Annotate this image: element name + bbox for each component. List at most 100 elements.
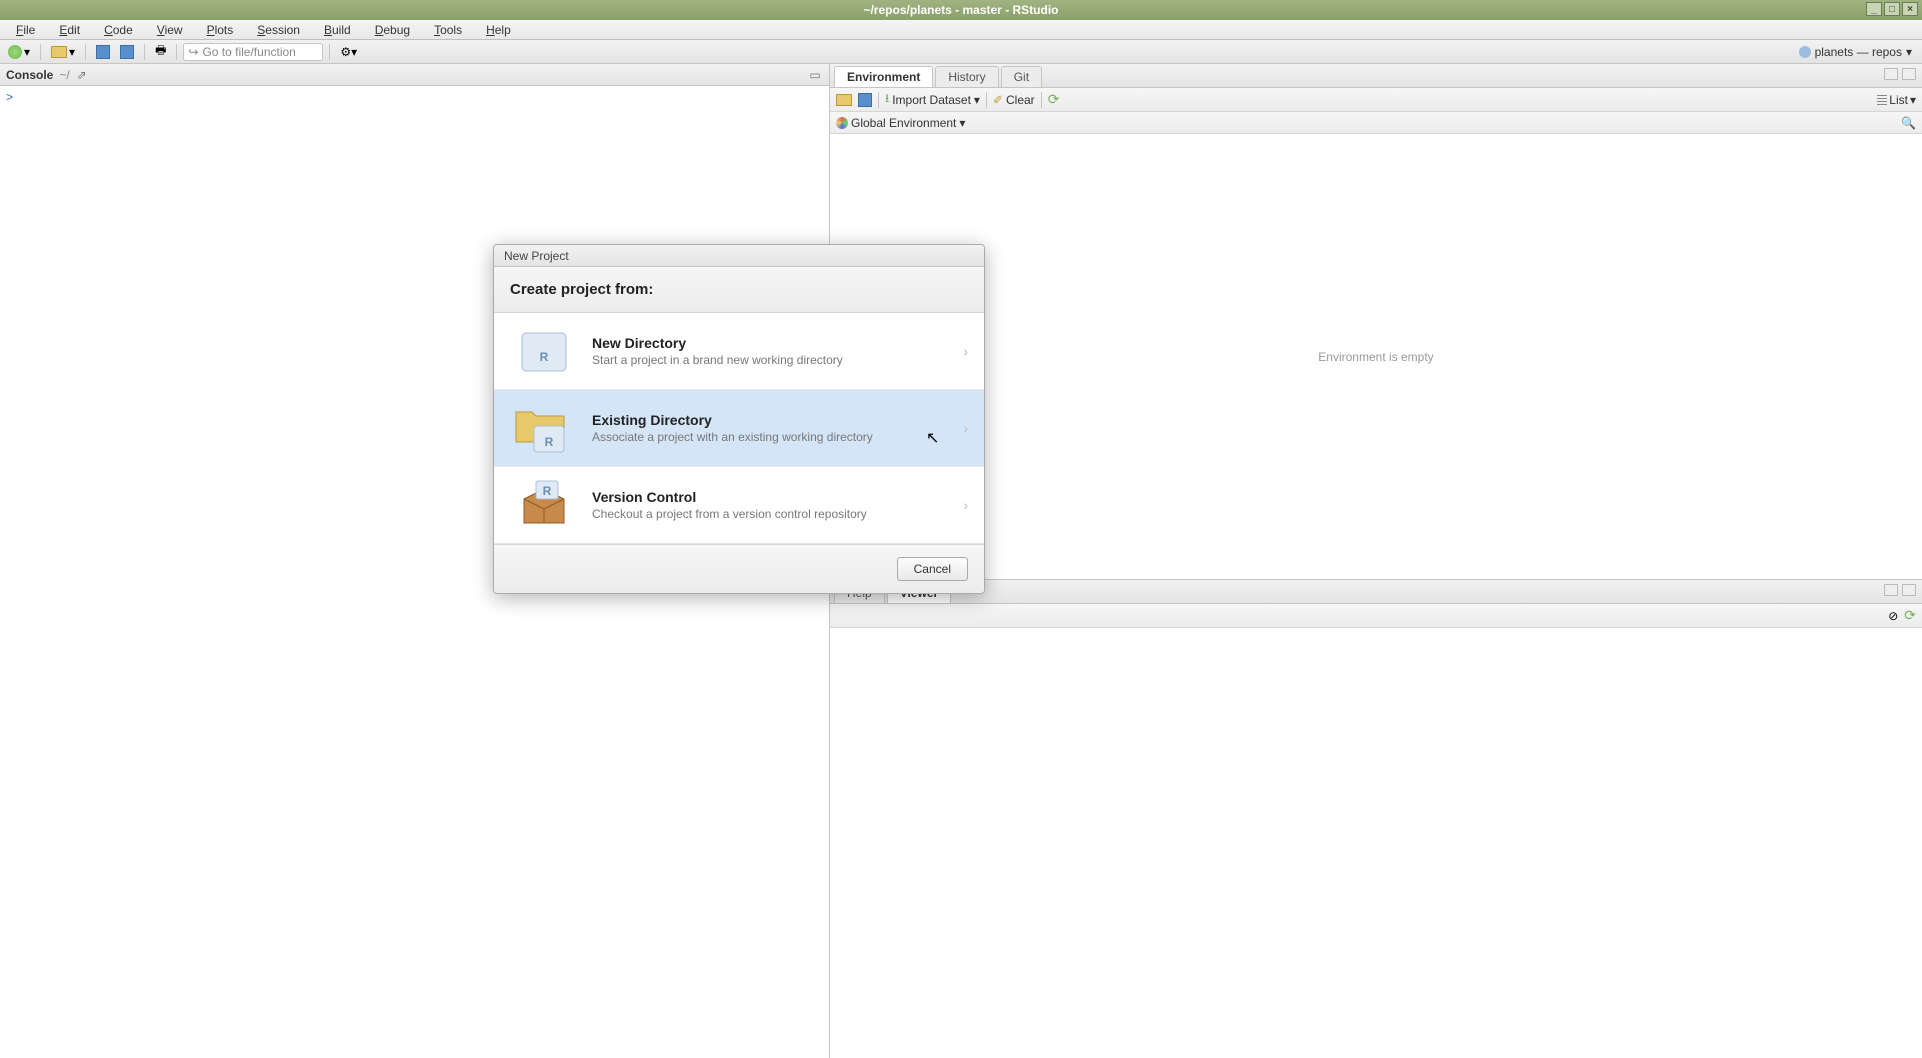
import-label: Import Dataset [892,93,971,107]
separator [329,44,330,60]
console-prompt: > [6,90,13,104]
print-button[interactable]: 🖶 [151,39,170,64]
viewer-remove-icon[interactable]: ⊘ [1888,609,1898,623]
globe-icon [836,117,848,129]
menubar: File Edit Code View Plots Session Build … [0,20,1922,40]
option-subtitle: Start a project in a brand new working d… [592,353,949,367]
console-maximize-icon[interactable]: ▭ [807,67,823,83]
tab-history[interactable]: History [935,66,998,87]
env-search-input[interactable]: 🔍 [1901,116,1916,130]
save-all-icon [120,45,134,59]
dialog-header: Create project from: [494,267,984,313]
chevron-down-icon: ▾ [1906,45,1912,59]
addins-button[interactable]: ⚙▾ [336,43,361,61]
pane-min-icon[interactable] [1884,68,1898,80]
load-workspace-button[interactable] [836,94,852,106]
env-body: Environment is empty [830,134,1922,579]
menu-plots[interactable]: Plots [197,21,244,39]
existing-directory-icon: R [510,402,578,454]
dialog-titlebar: New Project [494,245,984,267]
version-control-icon: R [510,479,578,531]
minimize-button[interactable]: _ [1866,2,1882,16]
env-empty-label: Environment is empty [1318,350,1433,364]
menu-tools[interactable]: Tools [424,21,472,39]
dialog-heading: Create project from: [510,281,968,298]
save-icon [96,45,110,59]
option-version-control[interactable]: R Version Control Checkout a project fro… [494,467,984,544]
project-icon [1799,46,1811,58]
pane-max-icon[interactable] [1902,68,1916,80]
env-scope-dropdown[interactable]: Global Environment▾ [836,116,965,130]
chevron-right-icon: › [963,420,968,436]
new-project-dialog: New Project Create project from: R New D… [493,244,985,594]
import-dataset-button[interactable]: ⭳ Import Dataset▾ [885,89,980,110]
option-title: Version Control [592,489,949,505]
separator [40,44,41,60]
goto-placeholder: Go to file/function [202,45,295,59]
menu-debug[interactable]: Debug [365,21,420,39]
chevron-right-icon: › [963,343,968,359]
env-scope-label: Global Environment [851,116,956,130]
console-popout-icon[interactable]: ⇗ [74,67,90,83]
option-title: New Directory [592,335,949,351]
save-button[interactable] [92,43,114,61]
viewer-refresh-icon[interactable]: ⟳ [1904,607,1916,624]
viewer-body [830,628,1922,1058]
close-button[interactable]: × [1902,2,1918,16]
console-title: Console [6,68,53,82]
menu-file[interactable]: File [6,21,45,39]
option-subtitle: Associate a project with an existing wor… [592,430,949,444]
lower-right-tabs: Help Viewer [830,580,1922,604]
refresh-button[interactable]: ⟳ [1048,91,1060,108]
menu-code[interactable]: Code [94,21,143,39]
separator [85,44,86,60]
folder-icon [51,46,67,58]
save-workspace-button[interactable] [858,93,872,107]
tab-environment[interactable]: Environment [834,66,933,87]
dialog-footer: Cancel [494,544,984,593]
menu-session[interactable]: Session [247,21,310,39]
new-directory-icon: R [510,325,578,377]
window-title: ~/repos/planets - master - RStudio [863,3,1058,17]
menu-view[interactable]: View [147,21,193,39]
goto-arrow-icon: ↪ [188,45,198,59]
console-header: Console ~/ ⇗ ▭ [0,64,829,86]
goto-file-input[interactable]: ↪ Go to file/function [183,43,323,61]
option-existing-directory[interactable]: R Existing Directory Associate a project… [494,390,984,467]
viewer-toolbar: ⊘ ⟳ [830,604,1922,628]
chevron-right-icon: › [963,497,968,513]
clear-label: Clear [1006,93,1035,107]
separator [144,44,145,60]
list-icon [1877,95,1887,105]
new-file-button[interactable]: ▾ [4,43,34,61]
window-titlebar: ~/repos/planets - master - RStudio _ □ × [0,0,1922,20]
project-selector[interactable]: planets — repos ▾ [1793,45,1918,59]
svg-text:R: R [545,435,554,449]
maximize-button[interactable]: □ [1884,2,1900,16]
option-new-directory[interactable]: R New Directory Start a project in a bra… [494,313,984,390]
cancel-button[interactable]: Cancel [897,557,968,581]
menu-edit[interactable]: Edit [49,21,90,39]
broom-icon: ✐ [993,93,1003,107]
import-icon: ⭳ [885,89,889,110]
main-toolbar: ▾ ▾ 🖶 ↪ Go to file/function ⚙▾ planets —… [0,40,1922,64]
window-controls: _ □ × [1866,2,1918,16]
list-view-button[interactable]: List▾ [1877,93,1916,107]
save-all-button[interactable] [116,43,138,61]
pane-min-icon[interactable] [1884,584,1898,596]
separator [176,44,177,60]
open-file-button[interactable]: ▾ [47,43,79,61]
list-label: List [1889,93,1908,107]
search-icon: 🔍 [1901,116,1916,130]
menu-build[interactable]: Build [314,21,361,39]
env-scope-bar: Global Environment▾ 🔍 [830,112,1922,134]
menu-help[interactable]: Help [476,21,521,39]
dialog-title: New Project [504,249,569,263]
pane-max-icon[interactable] [1902,584,1916,596]
plus-icon [8,45,22,59]
option-subtitle: Checkout a project from a version contro… [592,507,949,521]
tab-git[interactable]: Git [1001,66,1042,87]
svg-text:R: R [540,350,549,364]
clear-button[interactable]: ✐ Clear [993,93,1035,107]
console-path: ~/ [59,68,69,82]
